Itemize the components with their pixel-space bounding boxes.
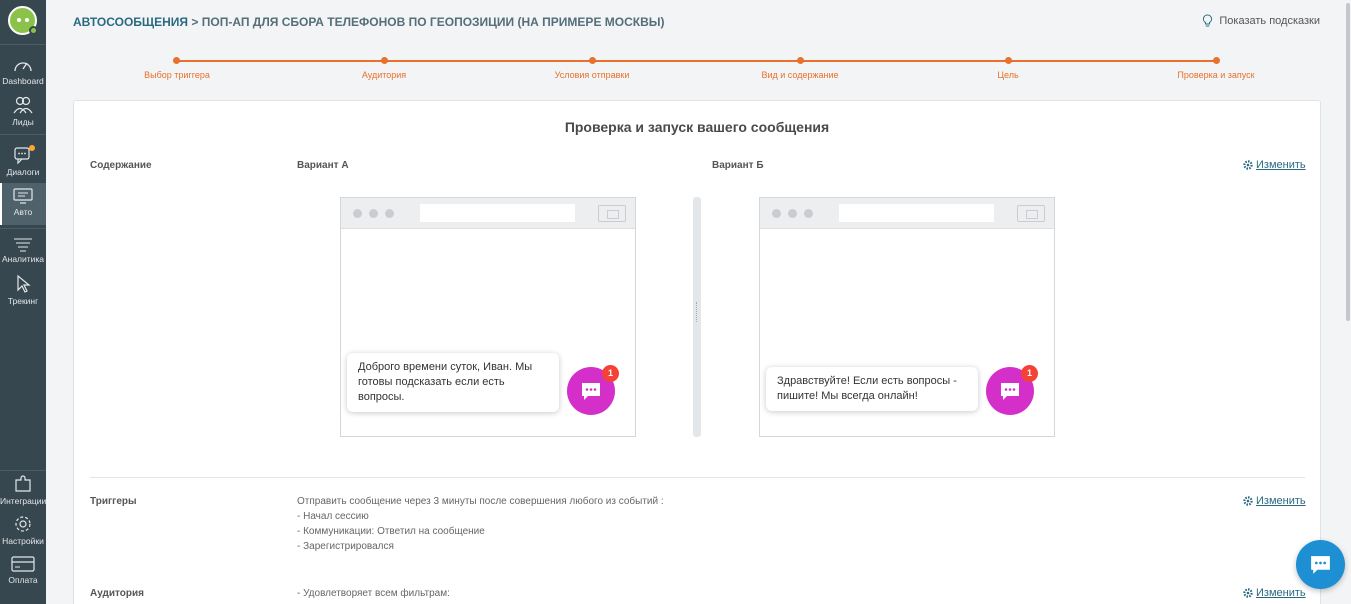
change-label: Изменить xyxy=(1256,495,1306,507)
cursor-icon xyxy=(17,274,31,293)
step-trigger[interactable]: Выбор триггера xyxy=(144,70,210,80)
unread-badge: 1 xyxy=(1021,365,1038,382)
breadcrumb-separator: > xyxy=(188,15,202,29)
review-title: Проверка и запуск вашего сообщения xyxy=(564,119,830,135)
variant-a-preview: Доброго времени суток, Иван. Мы готовы п… xyxy=(340,197,636,437)
support-chat-button[interactable] xyxy=(1296,540,1345,589)
sidebar-item-label: Авто xyxy=(13,207,33,217)
trigger-line: - Зарегистрировался xyxy=(297,541,394,552)
chat-widget-button: 1 xyxy=(567,365,619,415)
notification-dot xyxy=(29,145,35,151)
window-icon xyxy=(1017,205,1045,222)
gauge-icon xyxy=(14,62,32,72)
chat-bubble-icon xyxy=(1001,383,1019,400)
step-dot xyxy=(173,57,180,64)
analytics-icon xyxy=(14,238,32,252)
sidebar-item-tracking[interactable]: Трекинг xyxy=(0,274,46,306)
step-dot xyxy=(797,57,804,64)
sidebar-item-label: Лиды xyxy=(12,117,34,127)
card-icon xyxy=(11,556,35,572)
step-goal[interactable]: Цель xyxy=(997,70,1018,80)
puzzle-icon xyxy=(15,475,31,492)
review-card: Проверка и запуск вашего сообщения Содер… xyxy=(73,100,1321,604)
content-section-label: Содержание xyxy=(90,160,152,171)
page-scrollbar[interactable] xyxy=(1346,3,1350,321)
window-icon xyxy=(598,205,626,222)
logo[interactable] xyxy=(8,6,38,35)
sidebar-item-label: Dashboard xyxy=(2,76,44,86)
change-label: Изменить xyxy=(1256,159,1306,171)
gear-icon xyxy=(15,516,31,532)
variant-b-label: Вариант Б xyxy=(712,160,764,171)
sidebar-item-dashboard[interactable]: Dashboard xyxy=(0,56,46,86)
triggers-description: Отправить сообщение через 3 минуты после… xyxy=(297,494,664,554)
audience-description: - Удовлетворяет всем фильтрам: xyxy=(297,588,450,599)
trigger-line: - Коммуникации: Ответил на сообщение xyxy=(297,526,485,537)
monitor-icon xyxy=(13,188,33,204)
show-hints-label: Показать подсказки xyxy=(1219,14,1320,27)
step-dot xyxy=(1213,57,1220,64)
section-divider xyxy=(90,477,1305,478)
trigger-line: - Начал сессию xyxy=(297,511,369,522)
breadcrumb-root-link[interactable]: АВТОСООБЩЕНИЯ xyxy=(73,15,188,29)
chat-bubble-icon xyxy=(1311,556,1330,574)
show-hints-button[interactable]: Показать подсказки xyxy=(1202,14,1320,27)
sidebar-item-label: Оплата xyxy=(8,575,38,585)
variant-b-message-bubble: Здравствуйте! Если есть вопросы - пишите… xyxy=(766,367,978,411)
sidebar-item-auto[interactable]: Авто xyxy=(0,183,46,225)
gear-icon xyxy=(1243,588,1253,598)
breadcrumb-current: ПОП-АП ДЛЯ СБОРА ТЕЛЕФОНОВ ПО ГЕОПОЗИЦИИ… xyxy=(201,15,665,29)
variant-a-message-bubble: Доброго времени суток, Иван. Мы готовы п… xyxy=(347,353,559,412)
audience-section-label: Аудитория xyxy=(90,588,144,599)
sidebar-item-integrations[interactable]: Интеграции xyxy=(0,474,46,506)
wizard-stepper: Выбор триггера Аудитория Условия отправк… xyxy=(73,56,1321,86)
step-send-conditions[interactable]: Условия отправки xyxy=(555,70,630,80)
variant-b-preview: Здравствуйте! Если есть вопросы - пишите… xyxy=(759,197,1055,437)
browser-toolbar xyxy=(341,198,635,229)
step-dot xyxy=(1005,57,1012,64)
gear-icon xyxy=(1243,160,1253,170)
chat-bubble-icon xyxy=(582,383,600,400)
step-view-content[interactable]: Вид и содержание xyxy=(761,70,838,80)
change-triggers-link[interactable]: Изменить xyxy=(1243,495,1306,507)
sidebar-item-label: Аналитика xyxy=(1,254,45,264)
lightbulb-icon xyxy=(1203,14,1213,27)
sidebar-item-leads[interactable]: Лиды xyxy=(0,95,46,127)
step-audience[interactable]: Аудитория xyxy=(362,70,406,80)
trigger-line: Отправить сообщение через 3 минуты после… xyxy=(297,496,664,507)
sidebar-item-label: Трекинг xyxy=(7,296,39,306)
unread-badge: 1 xyxy=(602,365,619,382)
sidebar-item-billing[interactable]: Оплата xyxy=(0,555,46,585)
users-icon xyxy=(13,96,33,114)
step-dot xyxy=(589,57,596,64)
sidebar-item-analytics[interactable]: Аналитика xyxy=(0,236,46,264)
gear-icon xyxy=(1243,496,1253,506)
change-audience-link[interactable]: Изменить xyxy=(1243,587,1306,599)
sidebar-item-dialogs[interactable]: Диалоги xyxy=(0,145,46,177)
sidebar-item-settings[interactable]: Настройки xyxy=(0,514,46,546)
variant-a-label: Вариант А xyxy=(297,160,349,171)
browser-toolbar xyxy=(760,198,1054,229)
sidebar-item-label: Диалоги xyxy=(6,167,40,177)
change-content-link[interactable]: Изменить xyxy=(1243,159,1306,171)
chat-widget-button: 1 xyxy=(986,365,1038,415)
step-dot xyxy=(381,57,388,64)
breadcrumb: АВТОСООБЩЕНИЯ > ПОП-АП ДЛЯ СБОРА ТЕЛЕФОН… xyxy=(73,15,665,29)
sidebar-item-label: Интеграции xyxy=(0,496,47,506)
variant-splitter[interactable] xyxy=(693,197,701,437)
triggers-section-label: Триггеры xyxy=(90,496,137,507)
sidebar-item-label: Настройки xyxy=(2,536,44,546)
step-review-launch[interactable]: Проверка и запуск xyxy=(1177,70,1254,80)
change-label: Изменить xyxy=(1256,587,1306,599)
sidebar: Dashboard Лиды Диалоги Авто Аналитика Тр… xyxy=(0,0,46,604)
